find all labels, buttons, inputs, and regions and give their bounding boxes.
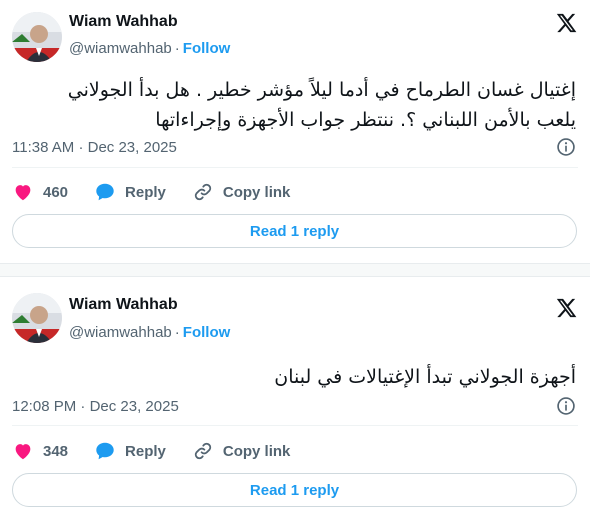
reply-bubble-icon: [96, 183, 114, 201]
copy-link-label: Copy link: [222, 183, 291, 201]
tweet-text: إغتيال غسان الطرماح في أدما ليلاً مؤشر خ…: [12, 75, 576, 135]
divider: [12, 167, 578, 168]
like-count: 348: [43, 442, 69, 460]
heart-icon: [15, 444, 31, 460]
link-icon: [194, 442, 211, 460]
copy-link-button[interactable]: Copy link: [192, 181, 291, 203]
separator-dot: ·: [174, 324, 180, 341]
copy-link-button[interactable]: Copy link: [192, 440, 291, 462]
like-count: 460: [43, 183, 69, 201]
follow-button[interactable]: Follow: [183, 324, 231, 341]
action-bar: 348 Reply Copy link: [12, 439, 316, 463]
tweet-text-line: أجهزة الجولاني تبدأ الإغتيالات في لبنان: [274, 366, 576, 388]
reply-button[interactable]: Reply: [94, 181, 166, 203]
handle-row: @wiamwahhab · Follow: [69, 324, 230, 341]
timestamp[interactable]: 12:08 PM · Dec 23, 2025: [12, 398, 179, 415]
tweet-date: Dec 23, 2025: [87, 139, 177, 156]
like-button[interactable]: 348: [12, 440, 68, 462]
heart-icon: [15, 185, 31, 201]
info-icon[interactable]: [556, 396, 576, 416]
reply-bubble-icon: [96, 442, 114, 460]
avatar[interactable]: [12, 12, 62, 62]
copy-link-label: Copy link: [222, 442, 291, 460]
tweet-card: Wiam Wahhab @wiamwahhab · Follow أجهزة الج…: [0, 277, 590, 516]
avatar[interactable]: [12, 293, 62, 343]
action-bar: 460 Reply Copy link: [12, 180, 316, 204]
info-icon[interactable]: [556, 137, 576, 157]
like-button[interactable]: 460: [12, 181, 68, 203]
reply-label: Reply: [125, 442, 166, 460]
follow-button[interactable]: Follow: [183, 40, 231, 57]
tweet-text-line: إغتيال غسان الطرماح في أدما ليلاً مؤشر خ…: [67, 79, 576, 101]
separator-dot: ·: [174, 40, 180, 57]
read-replies-button[interactable]: Read 1 reply: [12, 473, 577, 507]
reply-button[interactable]: Reply: [94, 440, 166, 462]
tweet-time: 11:38 AM: [12, 139, 75, 156]
tweet-text-line: يلعب بالأمن اللبناني ؟. ننتظر جواب الأجه…: [155, 109, 576, 131]
handle-row: @wiamwahhab · Follow: [69, 40, 230, 57]
author-name[interactable]: Wiam Wahhab: [69, 296, 178, 314]
tweet-separator: [0, 263, 590, 277]
author-handle[interactable]: @wiamwahhab: [69, 324, 172, 341]
author-name[interactable]: Wiam Wahhab: [69, 13, 178, 31]
reply-label: Reply: [125, 183, 166, 201]
read-replies-button[interactable]: Read 1 reply: [12, 214, 577, 248]
separator-dot: ·: [78, 139, 84, 156]
tweet-text: أجهزة الجولاني تبدأ الإغتيالات في لبنان: [12, 362, 576, 392]
x-logo-icon[interactable]: [555, 297, 577, 319]
timestamp[interactable]: 11:38 AM · Dec 23, 2025: [12, 139, 177, 156]
divider: [12, 425, 578, 426]
separator-dot: ·: [80, 398, 86, 415]
link-icon: [194, 183, 211, 201]
tweet-date: Dec 23, 2025: [89, 398, 179, 415]
author-handle[interactable]: @wiamwahhab: [69, 40, 172, 57]
tweet-time: 12:08 PM: [12, 398, 77, 415]
x-logo-icon[interactable]: [555, 12, 577, 34]
tweet-card: Wiam Wahhab @wiamwahhab · Follow إغتيال غس…: [0, 0, 590, 263]
